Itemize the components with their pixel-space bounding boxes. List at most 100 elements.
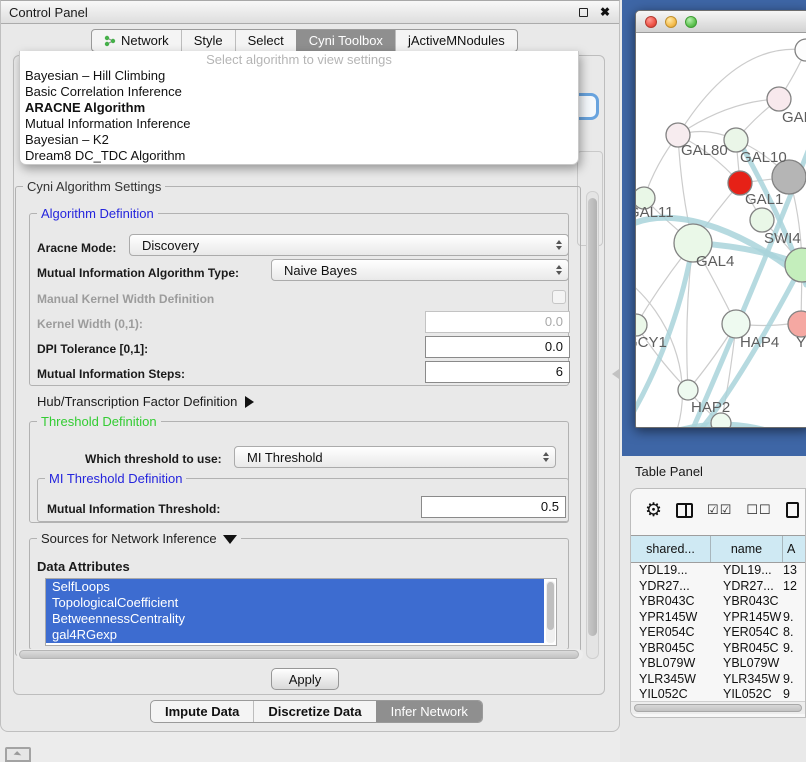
table-panel: Table Panel ⚙ ☑☑ ☐☐ shared... name A YDL… xyxy=(620,456,806,762)
apply-button[interactable]: Apply xyxy=(271,668,339,690)
sources-title[interactable]: Sources for Network Inference xyxy=(37,531,241,546)
checked-pair-icon[interactable]: ☑☑ xyxy=(707,502,732,518)
table-header-row: shared... name A xyxy=(631,535,806,563)
splitter-handle-icon[interactable] xyxy=(612,369,619,379)
menu-item[interactable]: Dream8 DC_TDC Algorithm xyxy=(20,148,578,164)
minimize-traffic-icon[interactable] xyxy=(665,16,677,28)
mi-type-combo[interactable]: Naive Bayes xyxy=(271,259,569,281)
menu-item[interactable]: Mutual Information Inference xyxy=(20,116,578,132)
column-header-name[interactable]: name xyxy=(711,536,783,562)
close-traffic-icon[interactable] xyxy=(645,16,657,28)
table-cell: YER054C xyxy=(711,625,783,641)
which-threshold-combo[interactable]: MI Threshold xyxy=(234,446,556,468)
mi-threshold-input[interactable]: 0.5 xyxy=(421,496,566,518)
table-row[interactable]: YBR045CYBR045C9. xyxy=(631,641,806,657)
table-row[interactable]: YER054CYER054C8. xyxy=(631,625,806,641)
list-item[interactable]: gal4RGexp xyxy=(46,627,544,643)
settings-vertical-scrollbar[interactable] xyxy=(586,191,599,659)
hub-definition-label: Hub/Transcription Factor Definition xyxy=(37,394,237,409)
kernel-width-input[interactable]: 0.0 xyxy=(425,311,570,333)
table-row[interactable]: YLR345WYLR345W9. xyxy=(631,672,806,688)
tab-select[interactable]: Select xyxy=(235,30,296,51)
float-button[interactable] xyxy=(575,4,591,20)
network-node[interactable] xyxy=(678,380,698,400)
algorithm-dropdown-menu: Select algorithm to view settings Bayesi… xyxy=(19,51,579,165)
tab-discretize-data[interactable]: Discretize Data xyxy=(253,701,375,722)
data-attributes-list[interactable]: SelfLoopsTopologicalCoefficientBetweenne… xyxy=(45,578,557,646)
network-window-titlebar[interactable] xyxy=(636,11,806,33)
tab-network[interactable]: Network xyxy=(92,30,181,51)
menu-item[interactable]: Basic Correlation Inference xyxy=(20,84,578,100)
table-horizontal-scrollbar[interactable] xyxy=(631,701,806,714)
dock-panel-button[interactable] xyxy=(5,747,31,762)
table-cell: YDR27... xyxy=(631,579,711,595)
node-label: GAL11 xyxy=(636,204,674,221)
mi-steps-input[interactable]: 6 xyxy=(425,361,570,383)
aracne-mode-combo[interactable]: Discovery xyxy=(129,234,569,256)
manual-kernel-checkbox[interactable] xyxy=(552,290,566,304)
network-view-window: GALGAL80GAL10GAL1SWI4GAL11GAL4GCY1HAP4YH… xyxy=(635,10,806,428)
tab-infer-network[interactable]: Infer Network xyxy=(376,701,482,722)
table-row[interactable]: YDL19...YDL19...13 xyxy=(631,563,806,579)
tab-cyni-toolbox[interactable]: Cyni Toolbox xyxy=(296,30,395,51)
sources-title-label: Sources for Network Inference xyxy=(41,531,217,546)
column-header-partial[interactable]: A xyxy=(783,536,806,562)
table-row[interactable]: YBR043CYBR043C xyxy=(631,594,806,610)
combo-stepper-icon xyxy=(550,240,568,250)
close-icon: ✖ xyxy=(600,6,610,18)
float-icon xyxy=(579,8,588,17)
kernel-width-label: Kernel Width (0,1): xyxy=(37,317,143,331)
list-item[interactable]: BetweennessCentrality xyxy=(46,611,544,627)
list-item[interactable]: TopologicalCoefficient xyxy=(46,595,544,611)
panel-title: Control Panel xyxy=(1,5,575,20)
dropdown-prompt: Select algorithm to view settings xyxy=(20,51,578,68)
table-row[interactable]: YDR27...YDR27...12 xyxy=(631,579,806,595)
manual-kernel-label: Manual Kernel Width Definition xyxy=(37,292,214,306)
scrollbar-thumb[interactable] xyxy=(588,198,597,636)
scrollbar-thumb[interactable] xyxy=(19,650,579,659)
tab-style[interactable]: Style xyxy=(181,30,235,51)
document-icon[interactable] xyxy=(786,502,799,518)
table-container: ⚙ ☑☑ ☐☐ shared... name A YDL19...YDL19..… xyxy=(630,488,806,718)
list-scrollbar[interactable] xyxy=(546,581,555,643)
unchecked-pair-icon[interactable]: ☐☐ xyxy=(746,502,771,518)
network-node[interactable] xyxy=(795,39,806,61)
aracne-mode-label: Aracne Mode: xyxy=(37,241,116,255)
table-cell: YLR345W xyxy=(711,672,783,688)
table-cell: YLR345W xyxy=(631,672,711,688)
table-cell: YBR043C xyxy=(631,594,711,610)
network-node[interactable] xyxy=(767,87,791,111)
menu-item[interactable]: Bayesian – K2 xyxy=(20,132,578,148)
table-cell: YDR27... xyxy=(711,579,783,595)
tab-label: jActiveMNodules xyxy=(408,33,505,48)
tab-jactivemnodules[interactable]: jActiveMNodules xyxy=(395,30,517,51)
network-node[interactable] xyxy=(636,314,647,336)
network-node[interactable] xyxy=(750,208,774,232)
zoom-traffic-icon[interactable] xyxy=(685,16,697,28)
network-canvas[interactable]: GALGAL80GAL10GAL1SWI4GAL11GAL4GCY1HAP4YH… xyxy=(636,33,806,428)
mi-threshold-title: MI Threshold Definition xyxy=(45,471,186,486)
column-header-shared[interactable]: shared... xyxy=(631,536,711,562)
hub-definition-toggle[interactable]: Hub/Transcription Factor Definition xyxy=(37,394,254,409)
table-cell: YBL079W xyxy=(631,656,711,672)
scrollbar-thumb[interactable] xyxy=(634,704,802,712)
list-item[interactable]: SelfLoops xyxy=(46,579,544,595)
table-row[interactable]: YPR145WYPR145W9. xyxy=(631,610,806,626)
menu-item[interactable]: ARACNE Algorithm xyxy=(20,100,578,116)
tab-impute-data[interactable]: Impute Data xyxy=(151,701,253,722)
columns-icon[interactable] xyxy=(676,503,693,518)
table-row[interactable]: YBL079WYBL079W xyxy=(631,656,806,672)
gear-icon[interactable]: ⚙ xyxy=(645,501,662,520)
close-button[interactable]: ✖ xyxy=(597,4,613,20)
table-toolbar: ⚙ ☑☑ ☐☐ xyxy=(631,497,805,523)
data-attributes-label: Data Attributes xyxy=(37,559,130,574)
network-edge[interactable] xyxy=(678,99,779,135)
network-icon xyxy=(104,35,116,47)
table-cell: 13 xyxy=(783,563,806,579)
menu-item[interactable]: Bayesian – Hill Climbing xyxy=(20,68,578,84)
dpi-tolerance-input[interactable]: 0.0 xyxy=(425,336,570,358)
node-label: GAL1 xyxy=(745,191,783,208)
settings-horizontal-scrollbar[interactable] xyxy=(17,649,583,660)
network-node[interactable] xyxy=(785,248,806,282)
tab-label: Infer Network xyxy=(391,704,468,719)
